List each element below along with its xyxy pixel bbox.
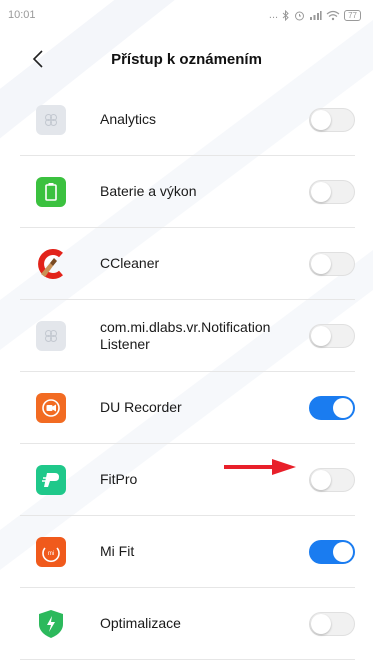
- toggle-knob: [333, 397, 353, 418]
- notification-access-screen: 10:01 ... 77 Přístup k oznámením Analyti…: [0, 0, 373, 663]
- shield-bolt-icon: [36, 609, 66, 639]
- list-item-notification-listener[interactable]: com.mi.dlabs.vr.Notification Listener: [20, 300, 355, 372]
- toggle-knob: [311, 469, 331, 490]
- toggle-switch[interactable]: [309, 539, 355, 564]
- toggle-switch[interactable]: [309, 251, 355, 276]
- toggle-knob: [311, 325, 331, 346]
- list-item-analytics[interactable]: Analytics: [20, 84, 355, 156]
- list-item-ccleaner[interactable]: CCleaner: [20, 228, 355, 300]
- battery-indicator: 77: [344, 9, 361, 21]
- du-recorder-icon: [36, 392, 66, 423]
- ccleaner-logo-icon: [36, 248, 66, 279]
- back-button[interactable]: [26, 46, 50, 72]
- page-title: Přístup k oznámením: [111, 50, 262, 68]
- toggle-switch[interactable]: [309, 179, 355, 204]
- toggle-knob: [311, 253, 331, 274]
- bluetooth-icon: [282, 9, 289, 21]
- toggle-switch[interactable]: [309, 467, 355, 492]
- toggle-knob: [333, 541, 353, 562]
- generic-app-icon: [36, 104, 66, 135]
- toggle-knob: [311, 181, 331, 202]
- app-list: Analytics Baterie a výkon CCleaner com.m…: [0, 84, 373, 660]
- list-item-baterie-a-vykon[interactable]: Baterie a výkon: [20, 156, 355, 228]
- svg-text:mi: mi: [48, 551, 54, 557]
- status-time: 10:01: [8, 9, 36, 21]
- app-name: DU Recorder: [100, 399, 182, 415]
- toggle-knob: [311, 613, 331, 634]
- header: Přístup k oznámením: [0, 34, 373, 84]
- alarm-icon: [295, 11, 305, 20]
- cell-signal-icon: [310, 10, 322, 20]
- app-name: CCleaner: [100, 255, 160, 271]
- signal-dots: ...: [268, 9, 279, 21]
- wifi-icon: [326, 10, 340, 20]
- red-arrow-annotation: [224, 459, 296, 475]
- back-chevron-icon: [32, 50, 43, 68]
- list-item-optimalizace[interactable]: Optimalizace: [20, 588, 355, 660]
- list-item-du-recorder[interactable]: DU Recorder: [20, 372, 355, 444]
- app-name: Analytics: [100, 111, 157, 127]
- app-name: Baterie a výkon: [100, 183, 197, 199]
- toggle-knob: [311, 109, 331, 130]
- app-name: Mi Fit: [100, 543, 135, 559]
- toggle-switch[interactable]: [309, 611, 355, 636]
- list-item-mi-fit[interactable]: mi Mi Fit: [20, 516, 355, 588]
- toggle-switch[interactable]: [309, 107, 355, 132]
- fitpro-icon: [36, 464, 66, 495]
- mi-fit-icon: mi: [36, 536, 66, 567]
- toggle-switch[interactable]: [309, 323, 355, 348]
- app-name: com.mi.dlabs.vr.Notification Listener: [100, 318, 271, 352]
- app-name: Optimalizace: [100, 615, 181, 631]
- toggle-switch[interactable]: [309, 395, 355, 420]
- generic-app-icon: [36, 320, 66, 351]
- status-bar: 10:01 ... 77: [0, 0, 373, 30]
- battery-icon: [36, 176, 66, 207]
- status-icons: ... 77: [269, 9, 361, 21]
- list-item-fitpro[interactable]: FitPro: [20, 444, 355, 516]
